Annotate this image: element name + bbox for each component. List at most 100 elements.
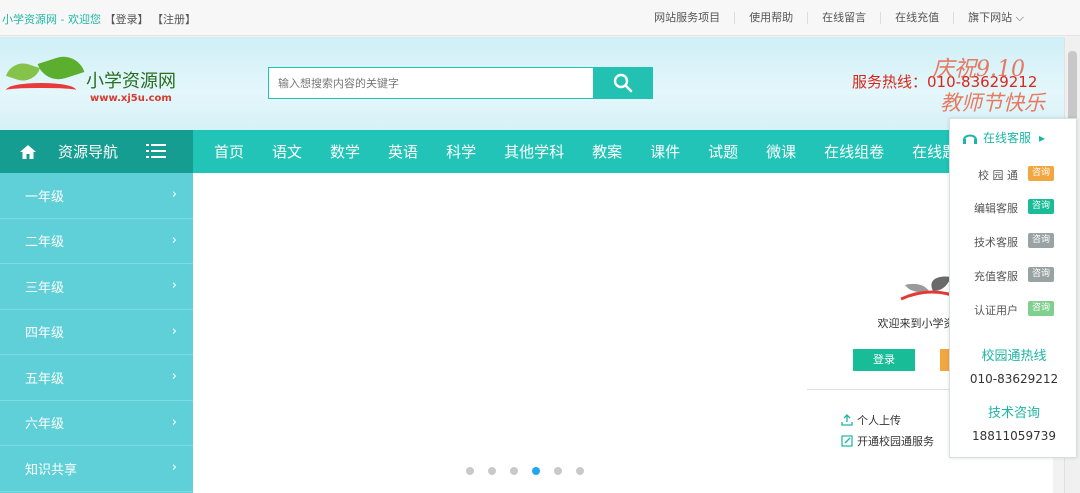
upload-label: 个人上传 xyxy=(857,414,901,427)
carousel-dots xyxy=(466,467,598,475)
carousel-dot[interactable] xyxy=(576,467,584,475)
consult-tag[interactable]: 咨询 xyxy=(1028,166,1054,181)
festival-line-1: 庆祝9.10 xyxy=(932,57,1025,82)
nav-item-other-subjects[interactable]: 其他学科 xyxy=(490,141,578,162)
grade-item-3[interactable]: 三年级 › xyxy=(0,264,193,310)
menu-list-icon xyxy=(146,144,166,158)
grade-label: 四年级 xyxy=(25,326,65,342)
nav-item-tests[interactable]: 试题 xyxy=(694,141,752,162)
grade-label: 二年级 xyxy=(25,235,65,251)
grade-label: 三年级 xyxy=(25,280,65,296)
top-link-help[interactable]: 使用帮助 xyxy=(734,12,807,24)
nav-items: 首页 语文 数学 英语 科学 其他学科 教案 课件 试题 微课 在线组卷 在线题 xyxy=(200,130,971,173)
service-row-campus[interactable]: 校 园 通 咨询 xyxy=(950,164,1078,184)
chevron-right-icon: › xyxy=(171,187,177,202)
carousel-dot[interactable] xyxy=(488,467,496,475)
logo-leaf-left xyxy=(5,58,41,86)
consult-tag[interactable]: 咨询 xyxy=(1028,199,1054,214)
chevron-right-icon: › xyxy=(171,232,177,248)
consult-tag[interactable]: 咨询 xyxy=(1028,233,1054,248)
nav-item-courseware[interactable]: 课件 xyxy=(636,141,694,162)
upload-icon xyxy=(841,414,853,426)
service-row-verified[interactable]: 认证用户 咨询 xyxy=(950,299,1078,319)
resource-nav[interactable]: 资源导航 xyxy=(0,130,193,173)
nav-item-home[interactable]: 首页 xyxy=(200,141,258,162)
nav-item-online-paper[interactable]: 在线组卷 xyxy=(810,141,898,162)
triangle-right-icon: ▸ xyxy=(1039,130,1046,145)
consult-tag[interactable]: 咨询 xyxy=(1028,267,1054,282)
nav-item-chinese[interactable]: 语文 xyxy=(258,141,316,162)
top-login-link[interactable]: 【登录】 xyxy=(104,13,148,26)
main-content: 欢迎来到小学资源网 登录 注册 个人上传 开通校园通服务 xyxy=(193,173,1053,493)
site-logo[interactable]: 小学资源网 www.xj5u.com xyxy=(2,51,192,115)
grade-item-5[interactable]: 五年级 › xyxy=(0,355,193,401)
nav-item-english[interactable]: 英语 xyxy=(374,141,432,162)
service-title[interactable]: 在线客服 ▸ xyxy=(962,129,1045,146)
grade-item-2[interactable]: 二年级 › xyxy=(0,219,193,264)
top-link-services[interactable]: 网站服务项目 xyxy=(640,12,734,24)
chevron-right-icon: › xyxy=(171,460,177,475)
headset-icon xyxy=(963,134,977,144)
logo-leaf-right xyxy=(37,51,85,85)
grade-item-1[interactable]: 一年级 › xyxy=(0,173,193,219)
home-icon xyxy=(20,144,36,159)
grade-list: 一年级 › 二年级 › 三年级 › 四年级 › 五年级 › 六年级 › 知识共享 › xyxy=(0,173,193,493)
chevron-down-icon: ⌵ xyxy=(1015,11,1024,24)
grade-item-6[interactable]: 六年级 › xyxy=(0,401,193,446)
resource-nav-label: 资源导航 xyxy=(58,143,119,161)
campus-hotline-number: 010-83629212 xyxy=(969,372,1059,386)
service-row-label: 技术客服 xyxy=(974,236,1018,249)
nav-item-science[interactable]: 科学 xyxy=(432,141,490,162)
service-row-tech[interactable]: 技术客服 咨询 xyxy=(950,231,1078,251)
open-service-link[interactable]: 开通校园通服务 xyxy=(841,433,934,449)
login-button[interactable]: 登录 xyxy=(853,349,915,371)
open-service-label: 开通校园通服务 xyxy=(857,435,934,448)
grade-label: 五年级 xyxy=(25,371,65,387)
nav-item-math[interactable]: 数学 xyxy=(316,141,374,162)
header: 小学资源网 www.xj5u.com 服务热线：010-83629212 庆祝9… xyxy=(0,37,1080,130)
search-input[interactable] xyxy=(268,67,594,99)
carousel-dot[interactable] xyxy=(554,467,562,475)
carousel-dot[interactable] xyxy=(466,467,474,475)
service-title-label: 在线客服 xyxy=(983,131,1032,145)
grade-item-4[interactable]: 四年级 › xyxy=(0,310,193,355)
carousel-dot[interactable] xyxy=(510,467,518,475)
chevron-right-icon: › xyxy=(171,414,177,430)
top-link-sites-label: 旗下网站 xyxy=(968,11,1013,24)
tech-consult-heading: 技术咨询 xyxy=(987,406,1040,421)
nav-item-lesson-plans[interactable]: 教案 xyxy=(578,141,636,162)
grade-item-knowledge[interactable]: 知识共享 › xyxy=(0,446,193,492)
service-row-label: 编辑客服 xyxy=(974,202,1018,215)
service-row-editor[interactable]: 编辑客服 咨询 xyxy=(950,197,1078,217)
service-row-label: 校 园 通 xyxy=(978,169,1018,182)
chevron-right-icon: › xyxy=(171,323,177,339)
online-service-panel: 在线客服 ▸ 校 园 通 咨询 编辑客服 咨询 技术客服 咨询 充值客服 咨询 … xyxy=(949,118,1077,458)
carousel-dot[interactable] xyxy=(532,467,540,475)
top-bar: 小学资源网 - 欢迎您 【登录】 【注册】 网站服务项目 使用帮助 在线留言 在… xyxy=(0,0,1080,36)
upload-link[interactable]: 个人上传 xyxy=(841,412,901,428)
search-button[interactable] xyxy=(593,67,653,99)
edit-icon xyxy=(841,435,853,447)
logo-domain: www.xj5u.com xyxy=(90,93,172,104)
grade-label: 一年级 xyxy=(25,189,65,205)
search-icon xyxy=(613,73,633,93)
consult-tag[interactable]: 咨询 xyxy=(1028,301,1054,316)
festival-line-2: 教师节快乐 xyxy=(940,91,1045,115)
teachers-day-banner: 庆祝9.10 教师节快乐 xyxy=(928,51,1068,121)
site-welcome[interactable]: 小学资源网 - 欢迎您 xyxy=(2,13,101,26)
grade-label: 知识共享 xyxy=(25,462,78,478)
service-row-recharge[interactable]: 充值客服 咨询 xyxy=(950,265,1078,285)
top-bar-left: 小学资源网 - 欢迎您 【登录】 【注册】 xyxy=(2,11,196,27)
chevron-right-icon: › xyxy=(171,369,177,384)
logo-name: 小学资源网 xyxy=(86,71,176,92)
service-row-label: 认证用户 xyxy=(974,304,1018,317)
logo-arc xyxy=(6,83,76,97)
top-register-link[interactable]: 【注册】 xyxy=(152,13,196,26)
top-link-message[interactable]: 在线留言 xyxy=(807,12,880,24)
chevron-right-icon: › xyxy=(171,278,177,293)
top-link-recharge[interactable]: 在线充值 xyxy=(880,12,953,24)
nav-item-micro-lessons[interactable]: 微课 xyxy=(752,141,810,162)
campus-hotline-heading: 校园通热线 xyxy=(981,349,1047,364)
top-link-sites[interactable]: 旗下网站 ⌵ xyxy=(953,12,1038,24)
main-nav: 资源导航 首页 语文 数学 英语 科学 其他学科 教案 课件 试题 微课 在线组… xyxy=(0,130,1080,173)
